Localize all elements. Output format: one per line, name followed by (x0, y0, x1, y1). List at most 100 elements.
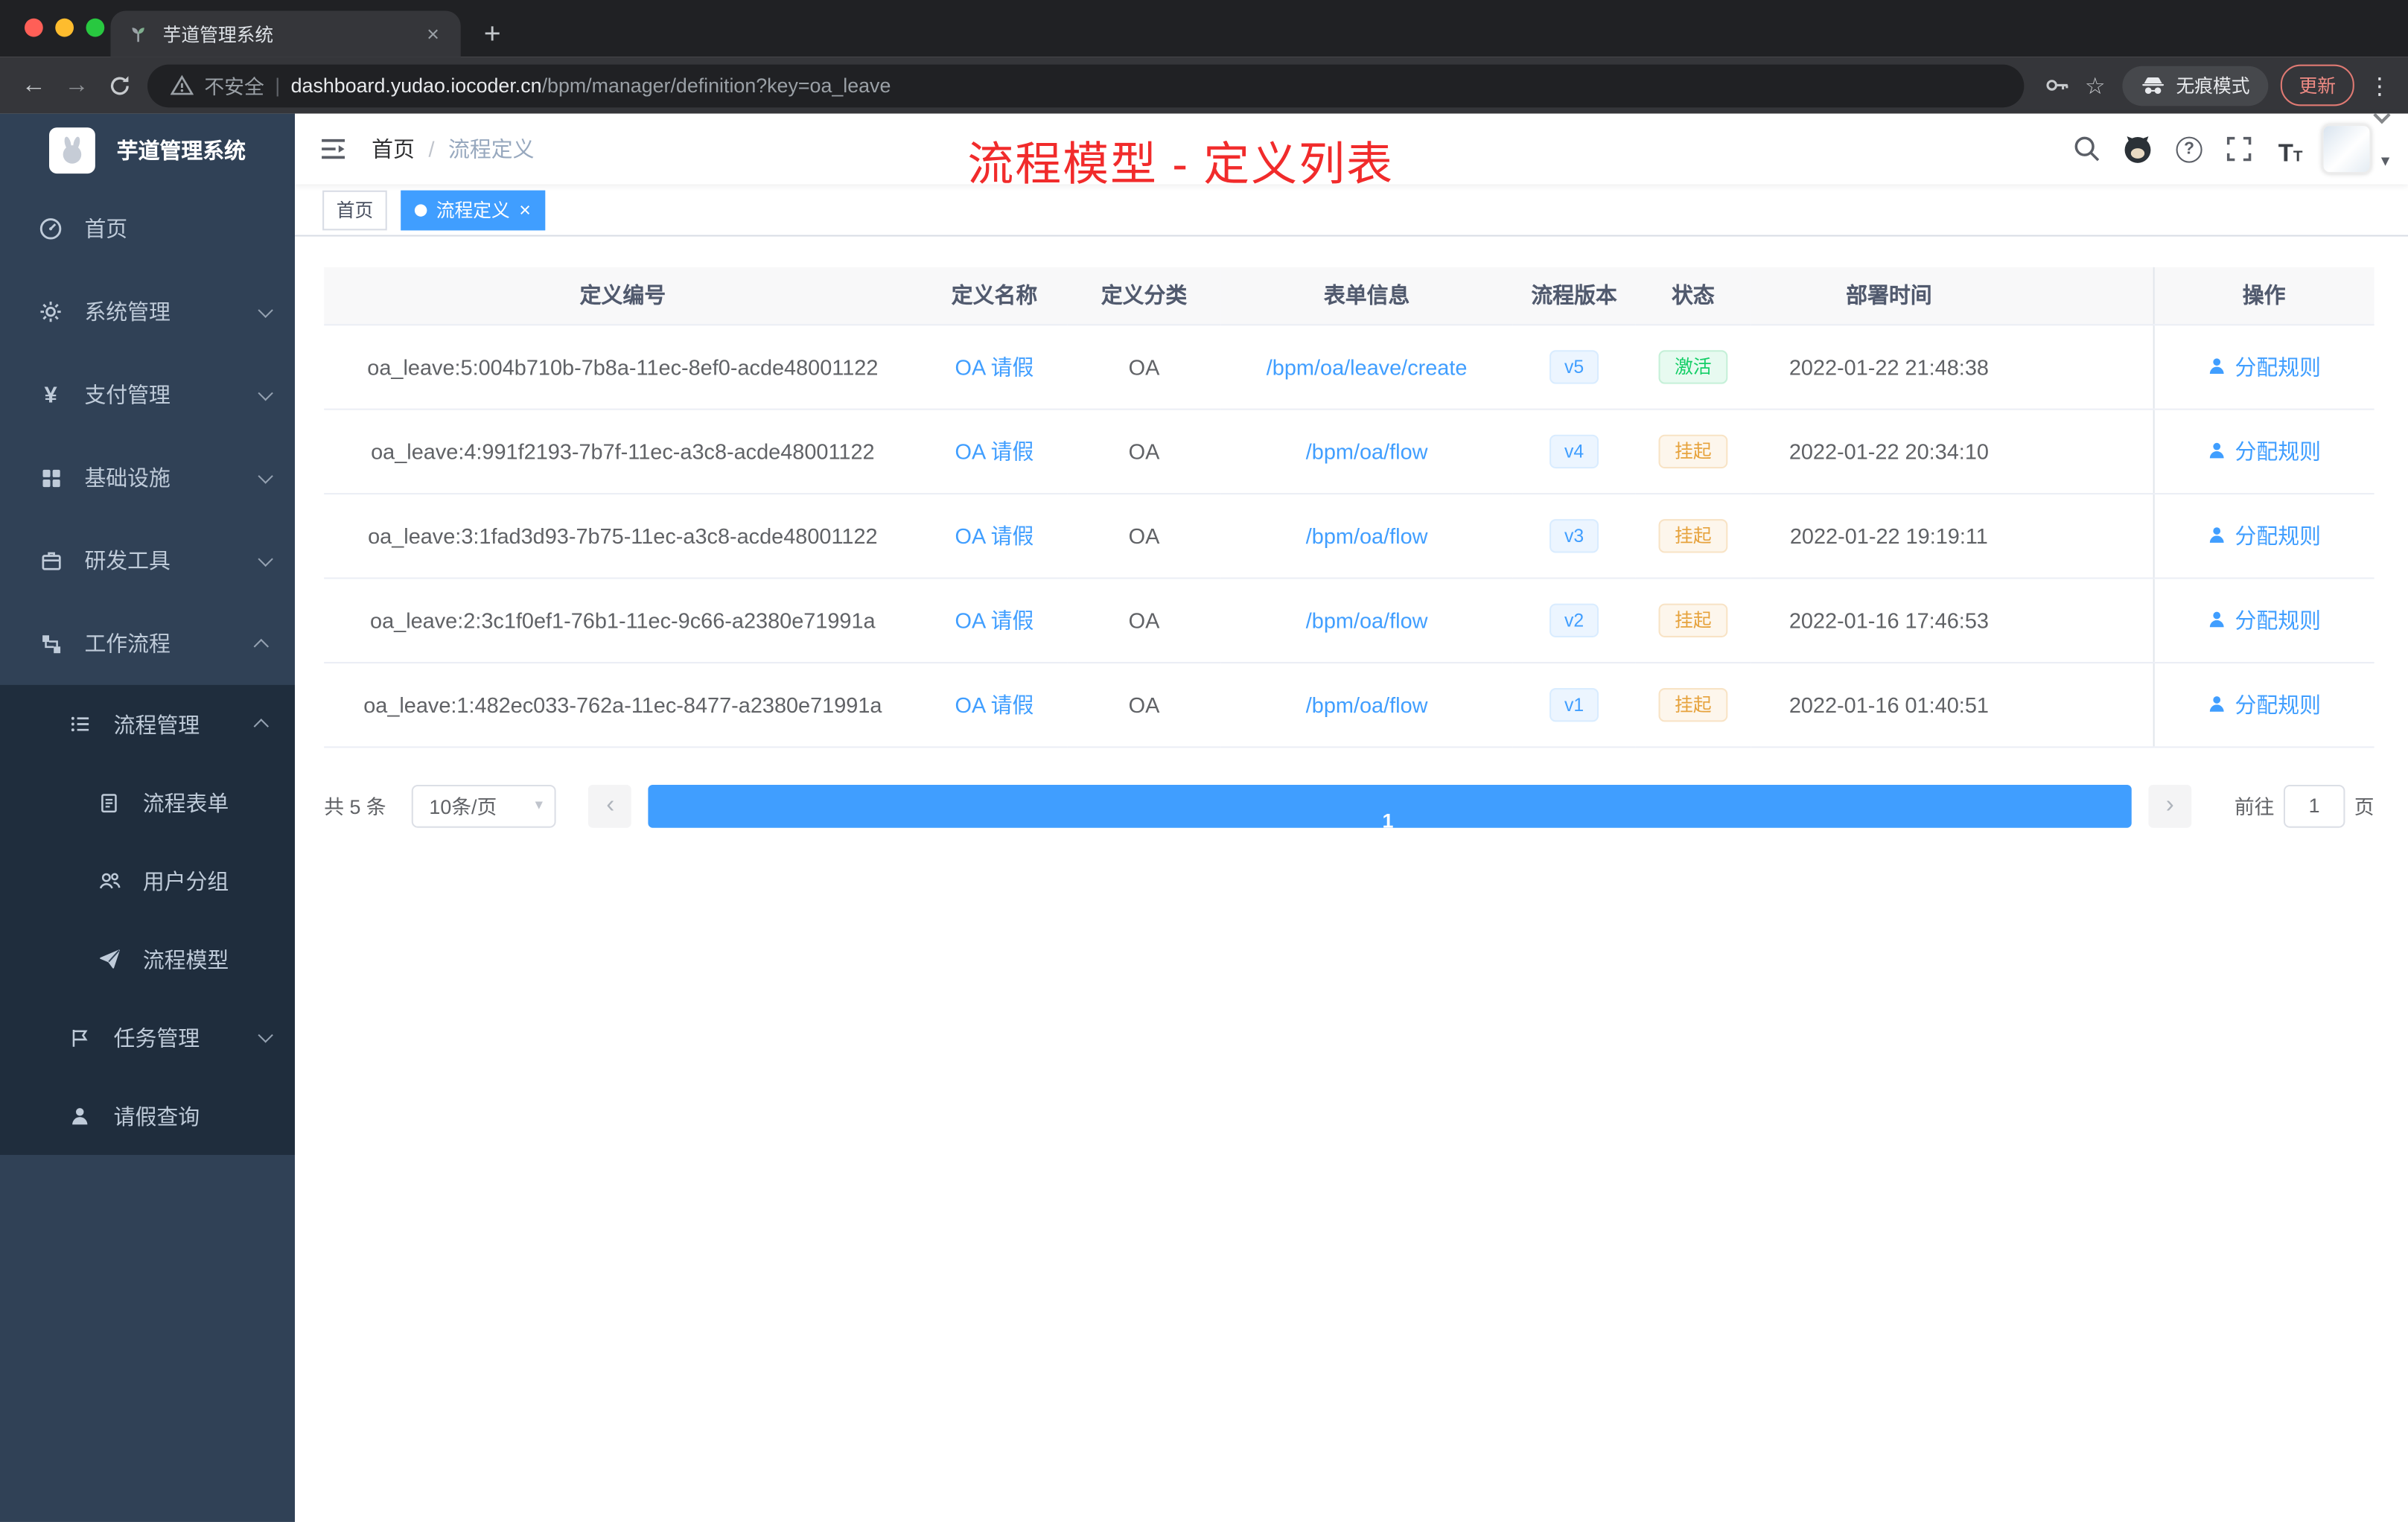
sidebar-item-label: 支付管理 (84, 382, 171, 407)
back-icon[interactable]: ← (13, 71, 56, 99)
sidebar-item-home[interactable]: 首页 (0, 188, 295, 270)
workflow-icon (39, 631, 63, 656)
sidebar-item-label: 用户分组 (142, 868, 229, 894)
hamburger-icon[interactable] (295, 136, 372, 163)
sidebar-item-label: 首页 (84, 216, 128, 241)
form-link[interactable]: /bpm/oa/flow (1306, 439, 1428, 463)
cell-deploy-time: 2022-01-22 21:48:38 (1751, 324, 2028, 410)
tag-process-definition[interactable]: 流程定义 × (401, 189, 545, 230)
fullscreen-icon[interactable] (2221, 130, 2258, 168)
cell-definition-id: oa_leave:4:991f2193-7b7f-11ec-a3c8-acde4… (324, 408, 922, 494)
chevron-up-icon (253, 719, 270, 734)
definition-name-link[interactable]: OA 请假 (955, 608, 1033, 632)
table-row: oa_leave:2:3c1f0ef1-76b1-11ec-9c66-a2380… (324, 577, 2374, 663)
search-icon[interactable] (2069, 130, 2106, 168)
task-management-icon (68, 1025, 92, 1050)
form-link[interactable]: /bpm/oa/flow (1306, 692, 1428, 716)
col-form-info: 表单信息 (1220, 267, 1513, 325)
sidebar-item-workflow[interactable]: 工作流程 (0, 602, 295, 685)
goto-page-input[interactable] (2283, 783, 2345, 827)
tag-close-icon[interactable]: × (519, 200, 531, 220)
address-bar[interactable]: 不安全 | dashboard.yudao.iocoder.cn/bpm/man… (147, 63, 2024, 107)
page-size-select[interactable]: 10条/页 ▾ (412, 783, 557, 827)
url-host: dashboard.yudao.iocoder.cn (290, 74, 542, 97)
version-badge: v1 (1549, 687, 1599, 722)
workflow-submenu: 流程管理 流程表单 用户分组 流程模型 任务管理 请假查询 (0, 684, 295, 1155)
tag-home[interactable]: 首页 (322, 189, 387, 230)
assign-rule-link[interactable]: 分配规则 (2207, 605, 2321, 635)
cell-filler (2027, 493, 2153, 579)
sidebar-item-payment-management[interactable]: ¥ 支付管理 (0, 353, 295, 436)
sidebar-item-process-model[interactable]: 流程模型 (0, 920, 295, 998)
cell-definition-id: oa_leave:1:482ec033-762a-11ec-8477-a2380… (324, 661, 922, 748)
tag-label: 首页 (336, 200, 374, 221)
sidebar-item-task-management[interactable]: 任务管理 (0, 999, 295, 1077)
definition-name-link[interactable]: OA 请假 (955, 692, 1033, 716)
col-operation: 操作 (2152, 267, 2374, 325)
definition-name-link[interactable]: OA 请假 (955, 354, 1033, 378)
definition-name-link[interactable]: OA 请假 (955, 439, 1033, 463)
star-icon[interactable]: ☆ (2085, 71, 2106, 99)
col-filler (2027, 267, 2153, 325)
assign-rule-link[interactable]: 分配规则 (2207, 436, 2321, 466)
sidebar-item-leave-query[interactable]: 请假查询 (0, 1077, 295, 1155)
table-row: oa_leave:5:004b710b-7b8a-11ec-8ef0-acde4… (324, 324, 2374, 410)
tab-close-icon[interactable]: × (421, 22, 445, 46)
sidebar-item-dev-tools[interactable]: 研发工具 (0, 519, 295, 602)
cell-deploy-time: 2022-01-22 20:34:10 (1751, 408, 2028, 494)
leave-query-user-icon (68, 1104, 92, 1128)
goto-label: 前往 (2234, 795, 2275, 819)
window-zoom-button[interactable] (86, 18, 105, 37)
caret-down-icon[interactable]: ▾ (2381, 150, 2389, 170)
forward-icon[interactable]: → (55, 71, 98, 99)
gear-icon (39, 299, 63, 324)
reload-icon[interactable] (98, 73, 141, 98)
avatar[interactable] (2322, 124, 2372, 174)
tab-favicon-icon (126, 22, 150, 46)
page-size-value: 10条/页 (429, 795, 497, 819)
app-logo (49, 127, 95, 174)
form-link[interactable]: /bpm/oa/flow (1306, 608, 1428, 632)
new-tab-button[interactable]: + (484, 20, 501, 49)
col-process-version: 流程版本 (1512, 267, 1636, 325)
user-group-icon (97, 868, 121, 893)
font-size-icon[interactable]: TT (2272, 130, 2309, 168)
sidebar-item-infrastructure[interactable]: 基础设施 (0, 436, 295, 519)
assign-rule-link[interactable]: 分配规则 (2207, 351, 2321, 381)
github-icon[interactable] (2120, 130, 2157, 168)
page-number-button[interactable]: 1 (649, 783, 2132, 832)
browser-toolbar: ← → 不安全 | dashboard.yudao.iocoder.cn/bpm… (0, 57, 2408, 114)
assign-rule-link[interactable]: 分配规则 (2207, 689, 2321, 719)
form-link[interactable]: /bpm/oa/leave/create (1267, 354, 1468, 378)
sidebar-item-system-management[interactable]: 系统管理 (0, 270, 295, 353)
col-definition-id: 定义编号 (324, 267, 922, 325)
table-row: oa_leave:4:991f2193-7b7f-11ec-a3c8-acde4… (324, 408, 2374, 494)
sidebar-item-process-management[interactable]: 流程管理 (0, 685, 295, 763)
table-row: oa_leave:1:482ec033-762a-11ec-8477-a2380… (324, 661, 2374, 748)
definition-name-link[interactable]: OA 请假 (955, 523, 1033, 547)
cell-deploy-time: 2022-01-16 17:46:53 (1751, 577, 2028, 663)
prev-page-button[interactable]: ‹ (588, 783, 632, 827)
incognito-badge: 无痕模式 (2122, 65, 2269, 106)
window-minimize-button[interactable] (55, 18, 74, 37)
sidebar-item-process-form[interactable]: 流程表单 (0, 763, 295, 841)
status-badge: 挂起 (1659, 518, 1727, 553)
browser-menu-kebab-icon[interactable]: ⋮ (2368, 71, 2391, 99)
next-page-button[interactable]: › (2148, 783, 2192, 827)
help-icon[interactable]: ? (2170, 130, 2208, 168)
app-navbar: 首页 / 流程定义 流程模型 - 定义列表 ? T T ▾ (295, 113, 2408, 191)
assign-rule-link[interactable]: 分配规则 (2207, 520, 2321, 550)
sidebar-item-user-group[interactable]: 用户分组 (0, 841, 295, 920)
form-link[interactable]: /bpm/oa/flow (1306, 523, 1428, 547)
breadcrumb-home[interactable]: 首页 (372, 133, 415, 164)
window-close-button[interactable] (25, 18, 43, 37)
yen-icon: ¥ (44, 381, 57, 408)
key-icon[interactable] (2043, 72, 2069, 98)
sidebar-item-label: 请假查询 (113, 1103, 200, 1128)
sidebar-item-label: 流程管理 (113, 711, 200, 736)
browser-tab[interactable]: 芋道管理系统 × (110, 10, 461, 57)
browser-tab-strip: 芋道管理系统 × + (0, 0, 2408, 57)
cell-category: OA (1067, 577, 1221, 663)
update-button[interactable]: 更新 (2280, 64, 2354, 106)
definition-table: 定义编号 定义名称 定义分类 表单信息 流程版本 状态 部署时间 操作 oa_l… (324, 267, 2374, 748)
